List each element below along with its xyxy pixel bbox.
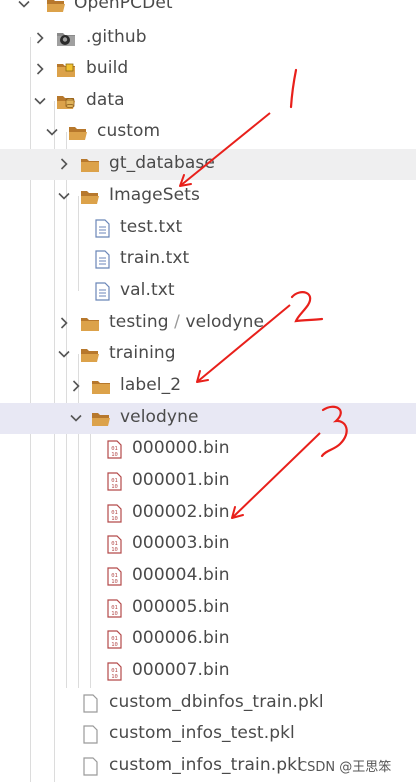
handwritten-number-2 [290,291,324,323]
annotation-arrow-2 [196,304,291,383]
annotation-layer [179,68,348,519]
annotation-arrow-3 [231,432,321,519]
annotation-arrow-1 [179,112,271,187]
handwritten-number-3 [320,405,348,458]
handwritten-number-1 [289,68,298,109]
watermark: CSDN @王思笨 [298,760,392,775]
